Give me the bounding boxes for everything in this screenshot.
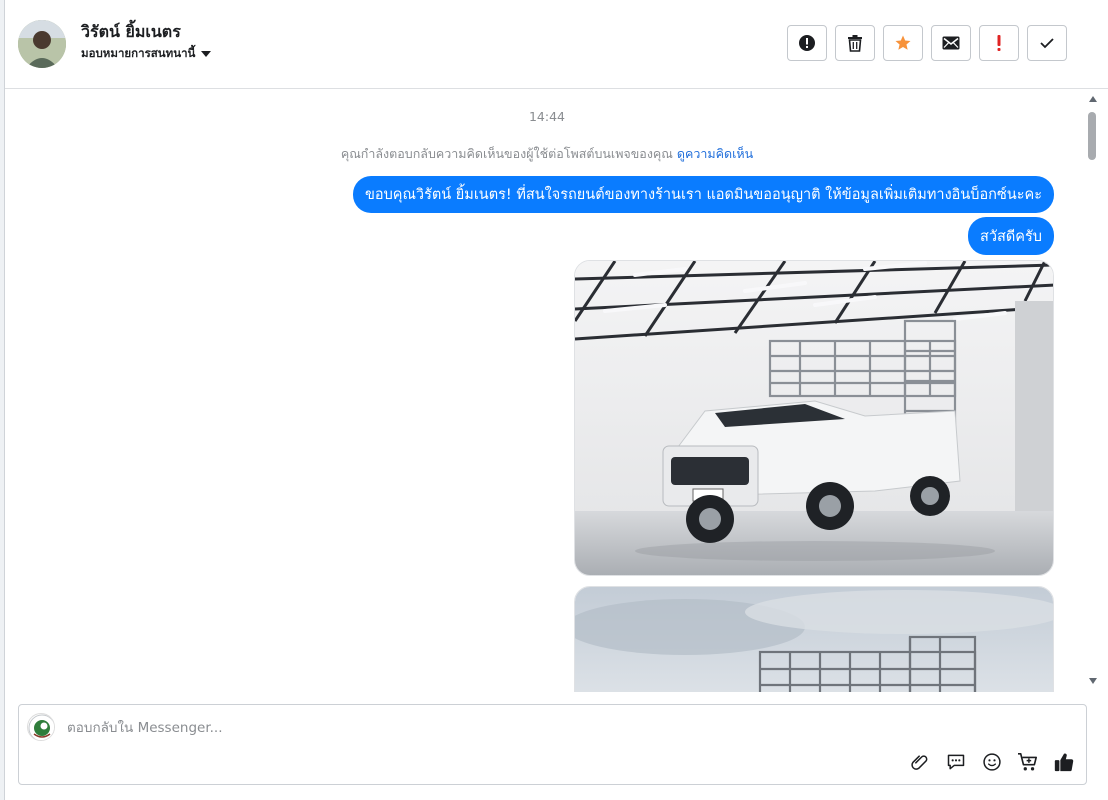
- saved-replies-icon: [947, 754, 965, 770]
- message-bubble[interactable]: ขอบคุณวิรัตน์ ยิ้มเนตร! ที่สนใจรถยนต์ของ…: [352, 176, 1054, 213]
- conversation-header: วิรัตน์ ยิ้มเนตร มอบหมายการสนทนานี้: [5, 0, 1108, 89]
- envelope-icon: [942, 36, 960, 50]
- view-comment-link[interactable]: ดูความคิดเห็น: [677, 146, 753, 161]
- contact-name: วิรัตน์ ยิ้มเนตร: [81, 22, 181, 41]
- emoji-button[interactable]: [980, 750, 1004, 774]
- scroll-down-arrow-icon[interactable]: [1089, 678, 1097, 684]
- follow-up-button[interactable]: [979, 25, 1019, 61]
- message-photo[interactable]: [574, 260, 1054, 576]
- scroll-up-arrow-icon[interactable]: [1089, 96, 1097, 102]
- page-avatar: [27, 713, 55, 741]
- mark-unread-button[interactable]: [931, 25, 971, 61]
- cart-icon: [1018, 753, 1037, 771]
- conversation-panel: วิรัตน์ ยิ้มเนตร มอบหมายการสนทนานี้ 14:4…: [4, 0, 1108, 800]
- delete-button[interactable]: [835, 25, 875, 61]
- message-bubble[interactable]: สวัสดีครับ: [968, 217, 1054, 255]
- star-button[interactable]: [883, 25, 923, 61]
- context-text: คุณกำลังตอบกลับความคิดเห็นของผู้ใช้ต่อโพ…: [340, 146, 673, 161]
- mark-spam-button[interactable]: [787, 25, 827, 61]
- alert-circle-icon: [799, 35, 815, 51]
- star-icon: [895, 35, 911, 50]
- reply-composer: [18, 704, 1087, 785]
- assign-label: มอบหมายการสนทนานี้: [81, 46, 196, 60]
- shop-button[interactable]: [1016, 750, 1040, 774]
- context-notice: คุณกำลังตอบกลับความคิดเห็นของผู้ใช้ต่อโพ…: [5, 144, 1089, 164]
- reply-input[interactable]: [67, 717, 967, 739]
- thumbs-up-icon: [1054, 753, 1074, 772]
- exclamation-icon: [997, 35, 1001, 51]
- like-button[interactable]: [1052, 750, 1076, 774]
- message-photo[interactable]: [574, 586, 1054, 692]
- saved-replies-button[interactable]: [944, 750, 968, 774]
- chevron-down-icon: [201, 51, 212, 57]
- header-actions: [787, 25, 1067, 61]
- scrollbar-thumb[interactable]: [1088, 112, 1096, 160]
- emoji-icon: [983, 753, 1001, 771]
- paperclip-icon: [911, 755, 928, 770]
- thread-scrollbar[interactable]: [1085, 90, 1101, 692]
- message-text: ขอบคุณวิรัตน์ ยิ้มเนตร! ที่สนใจรถยนต์ของ…: [364, 187, 1042, 203]
- timestamp: 14:44: [528, 109, 566, 124]
- check-icon: [1040, 38, 1054, 49]
- assign-conversation-dropdown[interactable]: มอบหมายการสนทนานี้: [81, 45, 212, 63]
- message-text: สวัสดีครับ: [980, 228, 1042, 245]
- attach-button[interactable]: [908, 750, 932, 774]
- avatar[interactable]: [18, 20, 66, 68]
- message-thread[interactable]: 14:44 คุณกำลังตอบกลับความคิดเห็นของผู้ใช…: [5, 90, 1108, 692]
- composer-tools: [908, 750, 1076, 774]
- mark-done-button[interactable]: [1027, 25, 1067, 61]
- trash-icon: [848, 35, 862, 52]
